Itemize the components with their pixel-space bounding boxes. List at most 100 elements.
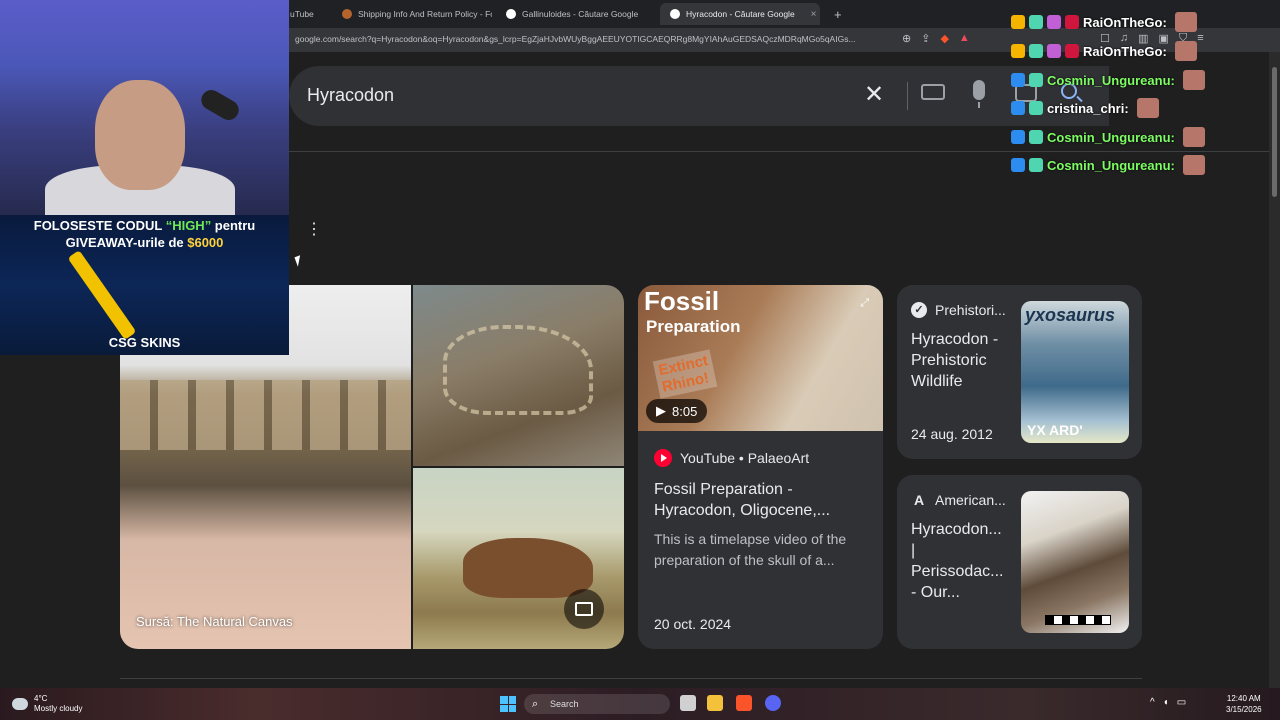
image-result-skeleton[interactable]: [413, 285, 624, 466]
chat-message: RaiOnTheGo:: [1011, 12, 1197, 32]
taskbar-search-input[interactable]: Search: [524, 694, 670, 714]
chevron-up-icon[interactable]: ^: [1150, 697, 1155, 708]
chat-username: cristina_chri:: [1047, 100, 1129, 116]
taskbar-clock[interactable]: 12:40 AM 3/15/2026: [1226, 693, 1262, 715]
chat-username: Cosmin_Ungureanu:: [1047, 72, 1175, 88]
image-source-caption: Sursă: The Natural Canvas: [136, 614, 293, 629]
clock-date: 3/15/2026: [1226, 705, 1262, 714]
site-logo-icon: A: [911, 492, 927, 508]
more-options-icon[interactable]: ⋮: [306, 222, 322, 238]
network-icon[interactable]: ▭: [1177, 697, 1186, 708]
emote-icon: [1182, 155, 1205, 175]
tab-shipping-info[interactable]: Shipping Info And Return Policy - Fo: [332, 3, 492, 25]
chat-message: Cosmin_Ungureanu:: [1011, 155, 1205, 175]
tab-label: Hyracodon - Căutare Google: [686, 9, 795, 19]
brand-logo: CSG SKINS: [108, 335, 181, 350]
video-title-link[interactable]: Fossil Preparation - Hyracodon, Oligocen…: [654, 479, 869, 521]
new-tab-button[interactable]: +: [824, 3, 848, 25]
brave-shield-icon[interactable]: ◆: [940, 32, 948, 45]
tab-hyracodon[interactable]: Hyracodon - Căutare Google ×: [660, 3, 820, 25]
windows-start-icon[interactable]: [500, 696, 516, 712]
close-tab-icon[interactable]: ×: [811, 9, 817, 20]
brave-browser-icon[interactable]: [736, 695, 752, 711]
plus-icon: +: [834, 6, 842, 22]
knife-skin-image: [67, 250, 137, 340]
thumbnail-badge: Extinct Rhino!: [652, 349, 718, 399]
promo-code: “HIGH”: [165, 218, 212, 233]
chat-message: Cosmin_Ungureanu:: [1011, 127, 1205, 147]
card-title-link[interactable]: Hyracodon - Prehistoric Wildlife: [911, 329, 1009, 392]
image-icon: [575, 602, 593, 616]
fossil-teeth-image: [120, 380, 411, 450]
scrollbar[interactable]: [1269, 52, 1280, 692]
image-result-illustration[interactable]: [413, 468, 624, 649]
speaker-icon[interactable]: ◖: [1163, 697, 1169, 708]
scale-bar-image: [1045, 615, 1111, 625]
mouse-cursor-icon: [294, 255, 304, 267]
card-title-link[interactable]: Hyracodon... | Perissodac... - Our...: [911, 519, 1009, 603]
cloud-icon: [12, 698, 28, 710]
microphone-icon[interactable]: [973, 80, 985, 108]
webcam-overlay: [0, 0, 289, 215]
keyboard-icon[interactable]: [921, 84, 945, 100]
scrollbar-thumb[interactable]: [1272, 67, 1277, 197]
discord-icon[interactable]: [765, 695, 781, 711]
bits-badge-icon: [1065, 44, 1079, 58]
card-source: ✓ Prehistori...: [911, 302, 1006, 318]
emote-icon: [1174, 41, 1197, 61]
video-date: 20 oct. 2024: [654, 616, 732, 632]
expand-icon[interactable]: ⤢: [860, 297, 869, 310]
sword-badge-icon: [1011, 73, 1025, 87]
url-field[interactable]: google.com/search?q=Hyracodon&oq=Hyracod…: [295, 34, 856, 44]
chat-message: Cosmin_Ungureanu:: [1011, 70, 1205, 90]
task-view-icon[interactable]: [680, 695, 696, 711]
tab-gallinuloides[interactable]: Gallinuloides - Căutare Google: [496, 3, 656, 25]
windows-taskbar: 4°C Mostly cloudy Search ^ ◖ ▭ 12:40 AM …: [0, 688, 1280, 720]
brave-rewards-icon[interactable]: ▲: [959, 32, 970, 45]
hyracodon-illustration-image: [463, 538, 593, 598]
emote-icon: [1136, 98, 1159, 118]
zoom-icon[interactable]: ⊕: [902, 32, 911, 45]
promo-line-1: FOLOSESTE CODUL “HIGH” pentru: [0, 218, 289, 233]
crown-badge-icon: [1011, 15, 1025, 29]
video-result-card[interactable]: Fossil Preparation Extinct Rhino! ⤢ ▶ 8:…: [638, 285, 883, 649]
bits-badge-icon: [1065, 15, 1079, 29]
sword-badge-icon: [1011, 130, 1025, 144]
gift-badge-icon: [1047, 15, 1061, 29]
thumbnail-text: yxosaurus: [1025, 305, 1116, 325]
gift-badge-icon: [1047, 44, 1061, 58]
chat-message: cristina_chri:: [1011, 98, 1159, 118]
promo-text: GIVEAWAY-urile de: [65, 235, 188, 250]
robot-badge-icon: [1029, 130, 1043, 144]
emote-icon: [1174, 12, 1197, 32]
file-explorer-icon[interactable]: [707, 695, 723, 711]
google-favicon-icon: [670, 9, 680, 19]
video-source-text: YouTube • PalaeoArt: [680, 450, 810, 466]
weather-widget[interactable]: 4°C Mostly cloudy: [12, 694, 82, 714]
search-divider: [907, 82, 908, 110]
thumbnail-text-bottom: YX ARD': [1027, 422, 1083, 438]
chat-username: RaiOnTheGo:: [1083, 14, 1167, 30]
share-icon[interactable]: ⇪: [921, 32, 930, 45]
result-card-prehistoric-wildlife[interactable]: ✓ Prehistori... Hyracodon - Prehistoric …: [897, 285, 1142, 459]
menu-icon[interactable]: ≡: [1197, 32, 1203, 45]
robot-badge-icon: [1029, 73, 1043, 87]
video-duration-badge: ▶ 8:05: [646, 399, 708, 423]
result-card-american[interactable]: A American... Hyracodon... | Perissodac.…: [897, 475, 1142, 649]
duration-text: 8:05: [672, 403, 698, 419]
clear-search-icon[interactable]: ✕: [864, 80, 884, 109]
weather-condition: Mostly cloudy: [34, 704, 83, 713]
robot-badge-icon: [1029, 44, 1043, 58]
tab-favicon-icon: [342, 9, 352, 19]
chat-message: RaiOnTheGo:: [1011, 41, 1197, 61]
more-images-button[interactable]: [564, 589, 604, 629]
weather-text: 4°C Mostly cloudy: [34, 694, 82, 714]
promo-banner: FOLOSESTE CODUL “HIGH” pentru GIVEAWAY-u…: [0, 215, 289, 355]
address-bar-actions: ⊕ ⇪ ◆ ▲: [902, 32, 970, 45]
system-tray: ^ ◖ ▭: [1150, 697, 1186, 708]
chat-username: Cosmin_Ungureanu:: [1047, 157, 1175, 173]
video-thumbnail[interactable]: Fossil Preparation Extinct Rhino! ⤢ ▶ 8:…: [638, 285, 883, 431]
search-box: Hyracodon ✕: [289, 66, 1109, 126]
search-input[interactable]: Hyracodon: [307, 85, 394, 106]
promo-text: FOLOSESTE CODUL: [33, 218, 166, 233]
